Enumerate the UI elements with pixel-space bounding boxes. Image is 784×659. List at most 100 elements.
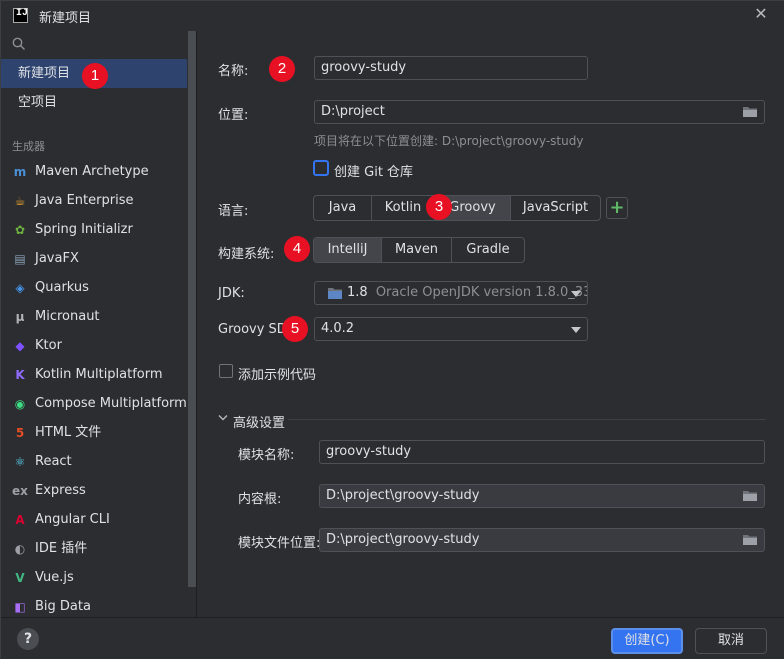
sidebar-item-generator[interactable]: ◐ IDE 插件 xyxy=(1,534,187,563)
sidebar-item-label: IDE 插件 xyxy=(35,541,88,556)
sidebar-item-label: HTML 文件 xyxy=(35,425,102,440)
sidebar-item-label: Quarkus xyxy=(35,280,89,295)
location-value: D:\project xyxy=(321,104,385,119)
sidebar-item-label: 空项目 xyxy=(18,95,58,110)
sidebar-item-generator[interactable]: μ Micronaut xyxy=(1,302,187,331)
tab-javascript[interactable]: JavaScript xyxy=(511,196,600,220)
chevron-down-icon[interactable] xyxy=(218,414,228,422)
vue-icon: V xyxy=(15,571,25,585)
annotation-badge-4: 4 xyxy=(284,236,310,262)
groovy-sdk-value: 4.0.2 xyxy=(321,321,355,336)
name-field[interactable]: groovy-study xyxy=(314,56,588,80)
language-label: 语言: xyxy=(218,204,249,219)
name-label: 名称: xyxy=(218,64,249,79)
content-root-label: 内容根: xyxy=(238,492,282,507)
module-file-value: D:\project\groovy-study xyxy=(326,532,480,547)
sidebar-item-label: Kotlin Multiplatform xyxy=(35,367,163,382)
module-name-field[interactable]: groovy-study xyxy=(319,440,765,464)
sidebar-item-label: Compose Multiplatform xyxy=(35,396,187,411)
folder-icon[interactable] xyxy=(742,489,758,502)
compose-icon: ◉ xyxy=(14,397,26,411)
language-selector: Java Kotlin Groovy JavaScript xyxy=(313,195,601,221)
tab-maven[interactable]: Maven xyxy=(382,238,452,262)
intellij-app-icon: IJ xyxy=(13,8,28,23)
sidebar-item-label: Vue.js xyxy=(35,570,74,585)
advanced-settings-toggle[interactable]: 高级设置 xyxy=(233,412,285,431)
kotlin-icon: K xyxy=(15,368,25,382)
sidebar-item-empty-project[interactable]: 空项目 xyxy=(1,88,187,117)
sidebar-item-generator[interactable]: K Kotlin Multiplatform xyxy=(1,360,187,389)
sidebar-item-generator[interactable]: A Angular CLI xyxy=(1,505,187,534)
dialog-footer: ? 创建(C) 取消 xyxy=(1,617,784,659)
html5-icon: 5 xyxy=(15,426,25,440)
groovy-sdk-dropdown[interactable]: 4.0.2 xyxy=(314,317,588,341)
sidebar-item-label: Java Enterprise xyxy=(35,193,134,208)
jdk-folder-icon xyxy=(328,288,342,299)
sidebar-item-generator[interactable]: ✿ Spring Initializr xyxy=(1,215,187,244)
sidebar-item-generator[interactable]: ☕ Java Enterprise xyxy=(1,186,187,215)
java-enterprise-icon: ☕ xyxy=(14,194,26,208)
folder-icon[interactable] xyxy=(742,533,758,546)
chevron-down-icon xyxy=(571,291,581,297)
content-root-field[interactable]: D:\project\groovy-study xyxy=(319,484,765,508)
content-root-value: D:\project\groovy-study xyxy=(326,488,480,503)
quarkus-icon: ◈ xyxy=(15,281,25,295)
add-language-button[interactable]: + xyxy=(606,197,628,219)
divider xyxy=(288,419,766,420)
window-title: 新建项目 xyxy=(39,11,92,26)
sample-code-checkbox[interactable] xyxy=(219,364,233,378)
sidebar-item-label: Micronaut xyxy=(35,309,100,324)
location-label: 位置: xyxy=(218,108,249,123)
jdk-description: Oracle OpenJDK version 1.8.0_333 xyxy=(375,285,588,300)
sidebar-item-generator[interactable]: ⚛ React xyxy=(1,447,187,476)
micronaut-icon: μ xyxy=(15,310,25,324)
ktor-icon: ◆ xyxy=(15,339,25,353)
annotation-badge-2: 2 xyxy=(269,56,295,82)
create-button[interactable]: 创建(C) xyxy=(611,628,683,654)
sidebar-item-generator[interactable]: ◆ Ktor xyxy=(1,331,187,360)
spring-icon: ✿ xyxy=(14,223,26,237)
tab-java[interactable]: Java xyxy=(314,196,372,220)
sidebar-item-label: Big Data xyxy=(35,599,91,614)
sidebar-item-generator[interactable]: ▤ JavaFX xyxy=(1,244,187,273)
sidebar-item-generator[interactable]: ex Express xyxy=(1,476,187,505)
sidebar-item-label: Spring Initializr xyxy=(35,222,133,237)
annotation-badge-3: 3 xyxy=(426,194,452,220)
jdk-dropdown[interactable]: 1.8 Oracle OpenJDK version 1.8.0_333 xyxy=(314,281,588,305)
module-file-label: 模块文件位置: xyxy=(238,536,321,551)
git-label: 创建 Git 仓库 xyxy=(334,165,414,180)
git-checkbox[interactable] xyxy=(313,160,329,176)
build-system-selector: IntelliJ Maven Gradle xyxy=(313,237,525,263)
cancel-button[interactable]: 取消 xyxy=(695,628,767,654)
maven-icon: m xyxy=(13,165,27,179)
annotation-badge-5: 5 xyxy=(282,316,308,342)
sidebar-item-generator[interactable]: m Maven Archetype xyxy=(1,157,187,186)
help-button[interactable]: ? xyxy=(17,628,39,650)
sidebar-item-generator[interactable]: ◉ Compose Multiplatform xyxy=(1,389,187,418)
sidebar-item-generator[interactable]: V Vue.js xyxy=(1,563,187,592)
sidebar-item-label: React xyxy=(35,454,72,469)
sidebar-item-generator[interactable]: ◈ Quarkus xyxy=(1,273,187,302)
build-system-label: 构建系统: xyxy=(218,247,275,262)
search-icon xyxy=(12,37,25,50)
module-file-field[interactable]: D:\project\groovy-study xyxy=(319,528,765,552)
sidebar-item-generator[interactable]: 5 HTML 文件 xyxy=(1,418,187,447)
sidebar: 新建项目 空项目 生成器 m Maven Archetype ☕ Java Enter… xyxy=(1,31,197,617)
location-field[interactable]: D:\project xyxy=(314,100,765,124)
tab-gradle[interactable]: Gradle xyxy=(452,238,524,262)
new-project-dialog: IJ 新建项目 ✕ 新建项目 空项目 生成器 m Maven Archetype ☕… xyxy=(0,0,784,659)
chevron-down-icon xyxy=(571,327,581,333)
generators-section-label: 生成器 xyxy=(12,140,45,153)
tab-intellij[interactable]: IntelliJ xyxy=(314,238,382,262)
folder-icon[interactable] xyxy=(742,105,758,118)
sidebar-scrollbar[interactable] xyxy=(188,31,196,587)
sidebar-item-label: Express xyxy=(35,483,86,498)
sidebar-search[interactable] xyxy=(1,31,197,59)
module-name-label: 模块名称: xyxy=(238,448,295,463)
angular-icon: A xyxy=(15,513,25,527)
location-hint: 项目将在以下位置创建: D:\project\groovy-study xyxy=(314,134,584,148)
close-icon[interactable]: ✕ xyxy=(753,6,769,22)
javafx-icon: ▤ xyxy=(14,252,26,266)
sidebar-item-label: 新建项目 xyxy=(18,66,71,81)
sample-code-label: 添加示例代码 xyxy=(238,368,317,383)
